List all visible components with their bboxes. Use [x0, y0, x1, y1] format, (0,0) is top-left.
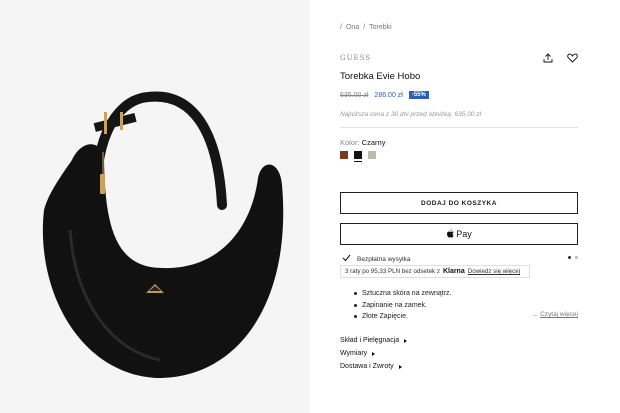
shipping-info: Bezpłatna wysyłka: [342, 254, 410, 264]
swatch-beige[interactable]: [368, 151, 376, 159]
feature-list: Sztuczna skóra na zewnątrz. Zapinanie na…: [354, 288, 452, 323]
klarna-logo: Klarna: [442, 268, 465, 275]
product-actions: [542, 52, 578, 64]
breadcrumb-item-torebki[interactable]: Torebki: [369, 24, 392, 31]
add-to-cart-button[interactable]: DODAJ DO KOSZYKA: [340, 192, 578, 214]
color-label: Kolor: Czarny: [340, 138, 385, 147]
accordion-item-sklad[interactable]: Skład i Pielęgnacja: [340, 334, 408, 347]
caret-right-icon: [404, 338, 408, 343]
divider: [340, 127, 578, 128]
caret-right-icon: [372, 351, 376, 356]
carousel-dots: [568, 256, 578, 259]
color-value: Czarny: [361, 138, 386, 147]
discount-badge: -55%: [408, 91, 429, 99]
accordion-label: Wymiary: [340, 350, 368, 357]
apple-pay-label: Pay: [456, 229, 472, 239]
carousel-dot[interactable]: [575, 256, 578, 259]
accordion-label: Dostawa i Zwroty: [340, 363, 394, 370]
klarna-box: 3 raty po 95,33 PLN bez odsetek z Klarna…: [340, 265, 530, 278]
accordion-item-dostawa[interactable]: Dostawa i Zwroty: [340, 360, 407, 373]
price-old: 635.00 zł: [340, 91, 369, 99]
color-swatches: [340, 151, 376, 162]
breadcrumb-separator: /: [340, 24, 342, 31]
feature-item: Złote Zapięcie.: [354, 311, 452, 323]
swatch-brown[interactable]: [340, 151, 348, 159]
apple-pay-button[interactable]: Pay: [340, 223, 578, 245]
product-title: Torebka Evie Hobo: [340, 71, 421, 82]
breadcrumb-separator: /: [363, 24, 366, 31]
heart-icon[interactable]: [566, 52, 578, 64]
color-label-text: Kolor:: [340, 138, 360, 147]
klarna-learn-more-link[interactable]: Dowiedz się więcej: [468, 268, 520, 275]
handbag-image: [42, 91, 284, 378]
breadcrumb: / Ona / Torebki: [340, 24, 392, 31]
feature-item: Zapinanie na zamek.: [354, 300, 452, 312]
caret-right-icon: [398, 364, 402, 369]
check-icon: [342, 254, 351, 264]
lowest-price-note: Najniższa cena z 30 dni przed obniżką: 6…: [340, 111, 481, 118]
price-new: 286.00 zł: [374, 91, 403, 99]
read-more-link[interactable]: ... Czytaj więcej: [533, 311, 578, 318]
product-image-panel[interactable]: [0, 0, 310, 413]
brand-name[interactable]: GUESS: [340, 54, 371, 62]
swatch-black[interactable]: [354, 151, 362, 162]
share-icon[interactable]: [542, 52, 554, 64]
accordion-item-wymiary[interactable]: Wymiary: [340, 347, 407, 360]
read-more-label: Czytaj więcej: [540, 311, 578, 318]
price-row: 635.00 zł 286.00 zł -55%: [340, 91, 429, 99]
accordion: Skład i Pielęgnacja Wymiary Dostawa i Zw…: [340, 334, 408, 373]
shipping-text: Bezpłatna wysyłka: [357, 255, 411, 263]
carousel-dot-active[interactable]: [568, 256, 571, 259]
read-more-ellipsis: ...: [532, 311, 539, 318]
accordion-label: Skład i Pielęgnacja: [340, 337, 400, 344]
product-info: / Ona / Torebki GUESS Torebka Evie Hobo …: [340, 0, 580, 413]
feature-item: Sztuczna skóra na zewnątrz.: [354, 288, 452, 300]
apple-icon: [446, 228, 454, 240]
klarna-text: 3 raty po 95,33 PLN bez odsetek z: [345, 268, 440, 275]
breadcrumb-item-ona[interactable]: Ona: [346, 24, 359, 31]
